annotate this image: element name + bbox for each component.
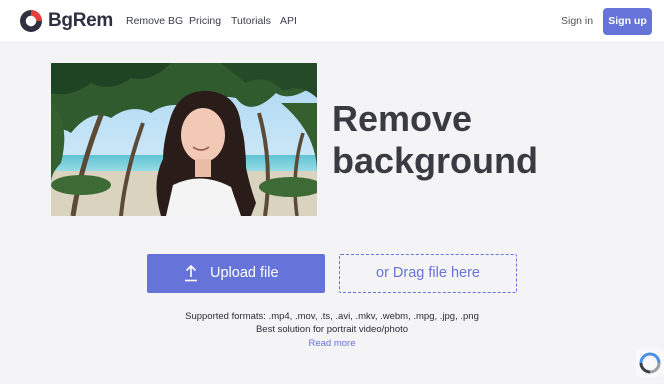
recaptcha-icon[interactable] <box>636 349 664 377</box>
read-more-link[interactable]: Read more <box>309 338 356 349</box>
upload-file-button[interactable]: Upload file <box>147 254 325 293</box>
title-line-2: background <box>332 140 539 181</box>
logo-icon[interactable] <box>19 9 43 33</box>
sign-in-link[interactable]: Sign in <box>561 15 593 28</box>
brand-name[interactable]: BgRem <box>48 9 113 33</box>
top-header: BgRem Remove BG Pricing Tutorials API Si… <box>0 0 664 43</box>
read-more-container: Read more <box>0 338 664 350</box>
page-title: Remove background <box>332 98 538 182</box>
upload-file-label: Upload file <box>210 265 279 281</box>
upload-icon <box>185 265 197 282</box>
nav-remove-bg[interactable]: Remove BG <box>126 15 183 28</box>
title-line-1: Remove <box>332 98 473 139</box>
nav-api[interactable]: API <box>280 15 297 28</box>
supported-formats-text: Supported formats: .mp4, .mov, .ts, .avi… <box>185 311 479 322</box>
drag-drop-zone[interactable]: or Drag file here <box>339 254 517 293</box>
tagline-text: Best solution for portrait video/photo <box>255 324 409 335</box>
sign-up-button[interactable]: Sign up <box>603 8 652 35</box>
hero-image <box>51 63 317 216</box>
nav-pricing[interactable]: Pricing <box>189 15 221 28</box>
nav-tutorials[interactable]: Tutorials <box>231 15 271 28</box>
